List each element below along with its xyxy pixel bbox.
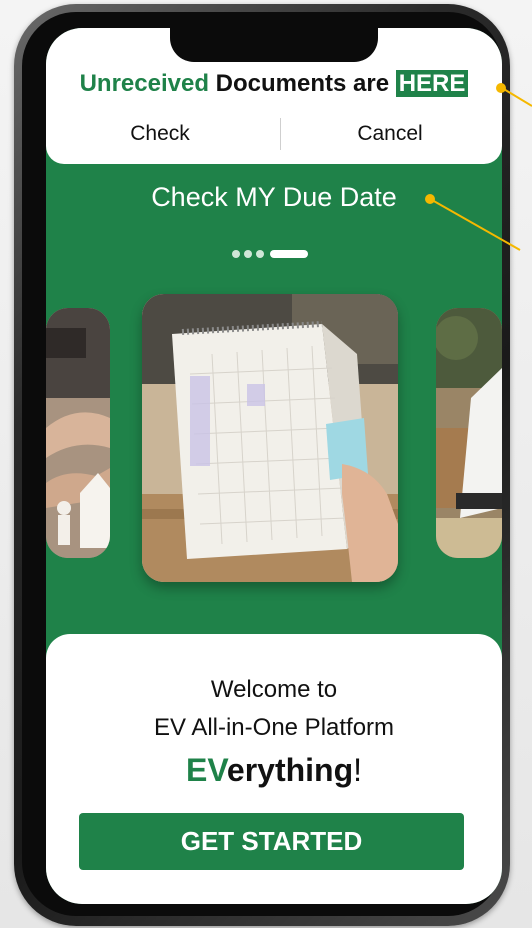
carousel-slide-prev[interactable] [46,308,110,558]
banner-title-highlight: HERE [395,70,469,97]
carousel-title: Check MY Due Date [151,182,397,212]
desk-calendar-sticky-note-photo [142,294,398,582]
welcome-line-2: EV All-in-One Platform [153,714,395,741]
pagination-dot-4-active[interactable] [270,250,308,258]
brand-exclamation: ! [353,752,363,788]
carousel-slide-active[interactable] [142,294,398,582]
check-button[interactable]: Check [46,116,274,152]
banner-title-mid: Documents are [215,70,390,97]
get-started-button[interactable]: GET STARTED [79,813,464,870]
cancel-button[interactable]: Cancel [282,116,498,152]
phone-screen: Unreceived Documents are HERE Check Canc… [46,28,502,904]
phone-notch [170,28,378,62]
pagination-dot-3[interactable] [256,250,264,258]
welcome-line-1: Welcome to [210,676,338,703]
banner-title: Unreceived Documents are HERE [46,70,502,98]
welcome-panel: Welcome to EV All-in-One Platform EVeryt… [46,634,502,904]
pagination-dot-2[interactable] [244,250,252,258]
brand-name: EVerything! [46,752,502,789]
banner-title-green: Unreceived [79,70,209,97]
brand-accent: EV [185,752,227,788]
brand-rest: erything [226,752,354,788]
banner-actions: Check Cancel [46,116,502,152]
carousel-slide-next[interactable] [436,308,502,558]
pagination-dot-1[interactable] [232,250,240,258]
clipboard-on-desk-photo [436,308,502,558]
action-divider [280,118,281,150]
family-paper-cutout-hands-photo [46,308,110,558]
